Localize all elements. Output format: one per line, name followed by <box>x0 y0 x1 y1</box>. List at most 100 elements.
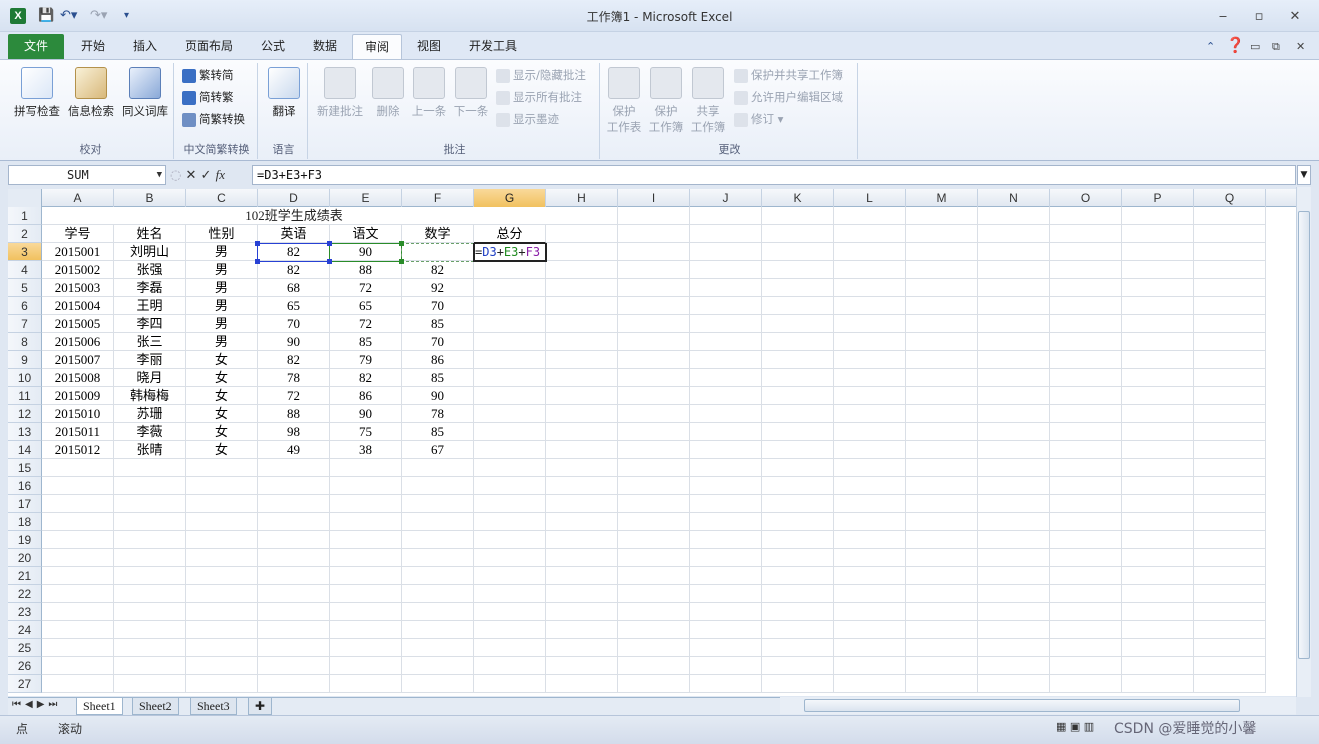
cell[interactable] <box>474 639 546 657</box>
cell[interactable] <box>1050 513 1122 531</box>
cell[interactable] <box>618 207 690 225</box>
cell[interactable] <box>906 387 978 405</box>
column-header-B[interactable]: B <box>114 189 186 207</box>
cell[interactable] <box>1122 279 1194 297</box>
cell[interactable]: 98 <box>258 423 330 441</box>
cell[interactable]: 2015012 <box>42 441 114 459</box>
cell[interactable] <box>1122 207 1194 225</box>
cell[interactable]: 90 <box>402 387 474 405</box>
cell[interactable] <box>330 621 402 639</box>
cell[interactable] <box>546 603 618 621</box>
tab-page-layout[interactable]: 页面布局 <box>176 34 242 59</box>
cell[interactable] <box>186 585 258 603</box>
cell[interactable] <box>762 243 834 261</box>
workbook-restore-icon[interactable]: ⧉ <box>1272 38 1280 56</box>
cell[interactable] <box>834 495 906 513</box>
cell[interactable] <box>618 657 690 675</box>
cell[interactable] <box>762 297 834 315</box>
cell[interactable] <box>906 657 978 675</box>
cell[interactable] <box>1050 621 1122 639</box>
row-header[interactable]: 8 <box>8 333 42 351</box>
cell[interactable] <box>1122 369 1194 387</box>
cell[interactable] <box>114 549 186 567</box>
cell[interactable]: 70 <box>402 333 474 351</box>
cell[interactable] <box>1050 225 1122 243</box>
cell[interactable] <box>690 657 762 675</box>
row-header[interactable]: 1 <box>8 207 42 225</box>
cell[interactable]: 英语 <box>258 225 330 243</box>
cell[interactable]: 2015004 <box>42 297 114 315</box>
cell[interactable] <box>546 513 618 531</box>
cell[interactable] <box>834 261 906 279</box>
cell[interactable] <box>690 567 762 585</box>
cell[interactable] <box>114 567 186 585</box>
cell[interactable] <box>1122 387 1194 405</box>
cell[interactable] <box>834 567 906 585</box>
sheet-tab-1[interactable]: Sheet1 <box>76 698 123 715</box>
row-header[interactable]: 22 <box>8 585 42 603</box>
cell[interactable] <box>762 387 834 405</box>
tab-view[interactable]: 视图 <box>406 34 452 59</box>
cell[interactable] <box>834 387 906 405</box>
column-header-M[interactable]: M <box>906 189 978 207</box>
cell[interactable] <box>258 459 330 477</box>
resize-handle[interactable] <box>327 259 332 264</box>
cell[interactable] <box>546 207 618 225</box>
cell[interactable]: 女 <box>186 423 258 441</box>
cell[interactable] <box>906 567 978 585</box>
cell[interactable] <box>1194 621 1266 639</box>
spell-check-button[interactable]: 拼写检查 <box>10 65 64 119</box>
cell[interactable] <box>834 243 906 261</box>
cell[interactable]: 姓名 <box>114 225 186 243</box>
cell[interactable] <box>978 207 1050 225</box>
maximize-button[interactable]: ▫ <box>1248 8 1270 26</box>
cell[interactable]: 2015005 <box>42 315 114 333</box>
cell[interactable] <box>834 333 906 351</box>
cell[interactable] <box>618 513 690 531</box>
horizontal-scrollbar[interactable] <box>780 697 1296 714</box>
cell[interactable] <box>1122 297 1194 315</box>
cell[interactable] <box>978 261 1050 279</box>
cell[interactable] <box>762 567 834 585</box>
column-header-H[interactable]: H <box>546 189 618 207</box>
cell[interactable] <box>690 459 762 477</box>
cell[interactable] <box>186 531 258 549</box>
cell[interactable] <box>834 297 906 315</box>
cell[interactable] <box>1194 585 1266 603</box>
resize-handle[interactable] <box>255 259 260 264</box>
cell[interactable] <box>1122 603 1194 621</box>
cell[interactable] <box>474 315 546 333</box>
cell[interactable] <box>1122 549 1194 567</box>
cell[interactable] <box>906 243 978 261</box>
cell[interactable]: 72 <box>330 315 402 333</box>
cell[interactable]: 68 <box>258 279 330 297</box>
cell[interactable]: 晓月 <box>114 369 186 387</box>
cell[interactable] <box>1050 405 1122 423</box>
cell[interactable] <box>618 495 690 513</box>
row-header[interactable]: 19 <box>8 531 42 549</box>
cell[interactable] <box>690 513 762 531</box>
cell[interactable] <box>1194 567 1266 585</box>
cell[interactable] <box>1122 315 1194 333</box>
cell[interactable] <box>690 495 762 513</box>
column-header-F[interactable]: F <box>402 189 474 207</box>
cell[interactable] <box>1050 675 1122 693</box>
cell[interactable] <box>618 243 690 261</box>
cell[interactable] <box>618 459 690 477</box>
row-header[interactable]: 6 <box>8 297 42 315</box>
row-header[interactable]: 20 <box>8 549 42 567</box>
cell[interactable] <box>762 459 834 477</box>
cell[interactable] <box>834 639 906 657</box>
cell[interactable] <box>330 567 402 585</box>
protect-share-workbook-button[interactable]: 保护并共享工作簿 <box>734 65 843 85</box>
row-header[interactable]: 5 <box>8 279 42 297</box>
row-header[interactable]: 2 <box>8 225 42 243</box>
cell[interactable] <box>618 621 690 639</box>
cell[interactable] <box>1122 639 1194 657</box>
cell[interactable] <box>1122 477 1194 495</box>
cell[interactable] <box>1122 513 1194 531</box>
cell[interactable] <box>474 351 546 369</box>
cell[interactable] <box>402 657 474 675</box>
cell[interactable] <box>762 585 834 603</box>
cell[interactable] <box>906 585 978 603</box>
